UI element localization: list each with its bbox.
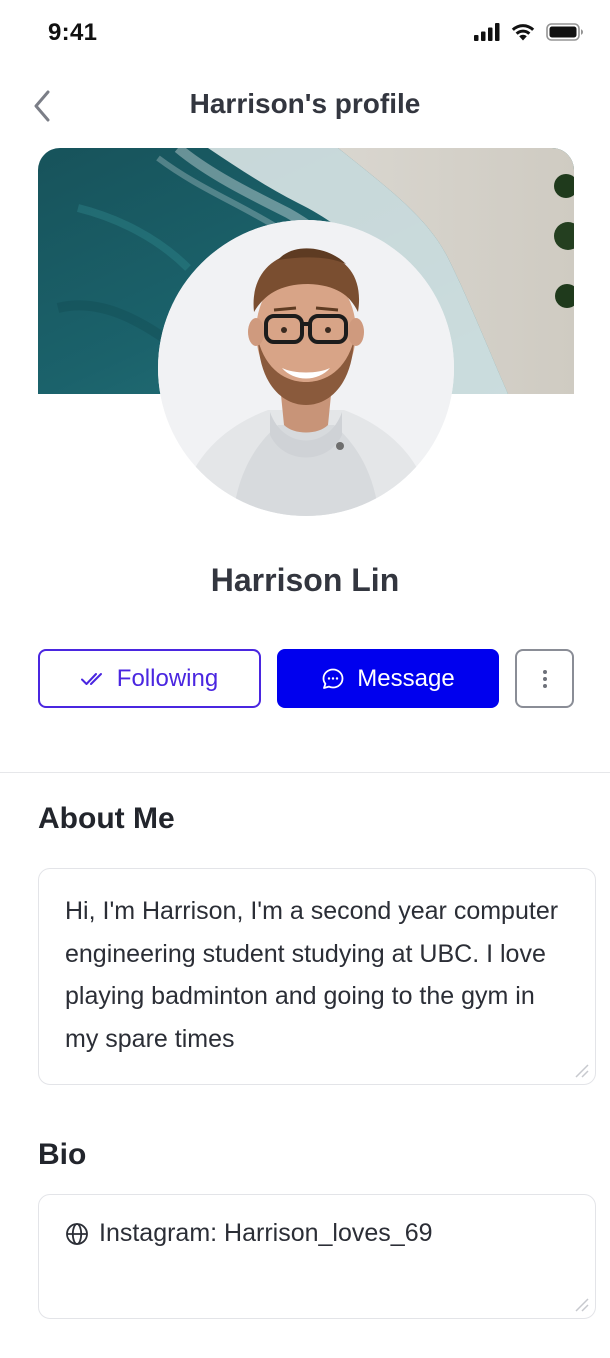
globe-icon: [66, 1222, 88, 1245]
bio-text: Instagram: Harrison_loves_69: [99, 1219, 433, 1247]
header: Harrison's profile: [0, 80, 610, 130]
cellular-signal-icon: [474, 22, 500, 41]
page-title: Harrison's profile: [189, 88, 421, 119]
more-options-button[interactable]: [515, 649, 574, 708]
following-button[interactable]: Following: [38, 649, 261, 708]
wifi-icon: [511, 24, 535, 41]
more-vertical-icon: [542, 669, 547, 688]
bio-line: Instagram: Harrison_loves_69: [65, 1219, 433, 1248]
about-section-title: About Me: [38, 802, 175, 835]
profile-name: Harrison Lin: [210, 562, 400, 598]
avatar: [158, 220, 454, 516]
status-icons: [474, 22, 584, 41]
battery-icon: [546, 22, 583, 41]
resize-handle-icon[interactable]: [573, 1296, 589, 1312]
chat-bubble-icon: [322, 668, 344, 689]
message-label: Message: [357, 664, 455, 692]
following-label: Following: [116, 664, 219, 692]
resize-handle-icon[interactable]: [573, 1062, 589, 1078]
bio-section-title: Bio: [38, 1138, 87, 1171]
message-button[interactable]: Message: [277, 649, 499, 708]
divider: [0, 772, 610, 773]
about-text: Hi, I'm Harrison, I'm a second year comp…: [65, 897, 559, 1053]
double-check-icon: [80, 672, 102, 685]
bio-textarea[interactable]: Instagram: Harrison_loves_69: [38, 1194, 596, 1319]
status-time: 9:41: [48, 19, 98, 46]
about-textarea[interactable]: Hi, I'm Harrison, I'm a second year comp…: [38, 868, 596, 1085]
status-bar: 9:41: [0, 0, 610, 66]
